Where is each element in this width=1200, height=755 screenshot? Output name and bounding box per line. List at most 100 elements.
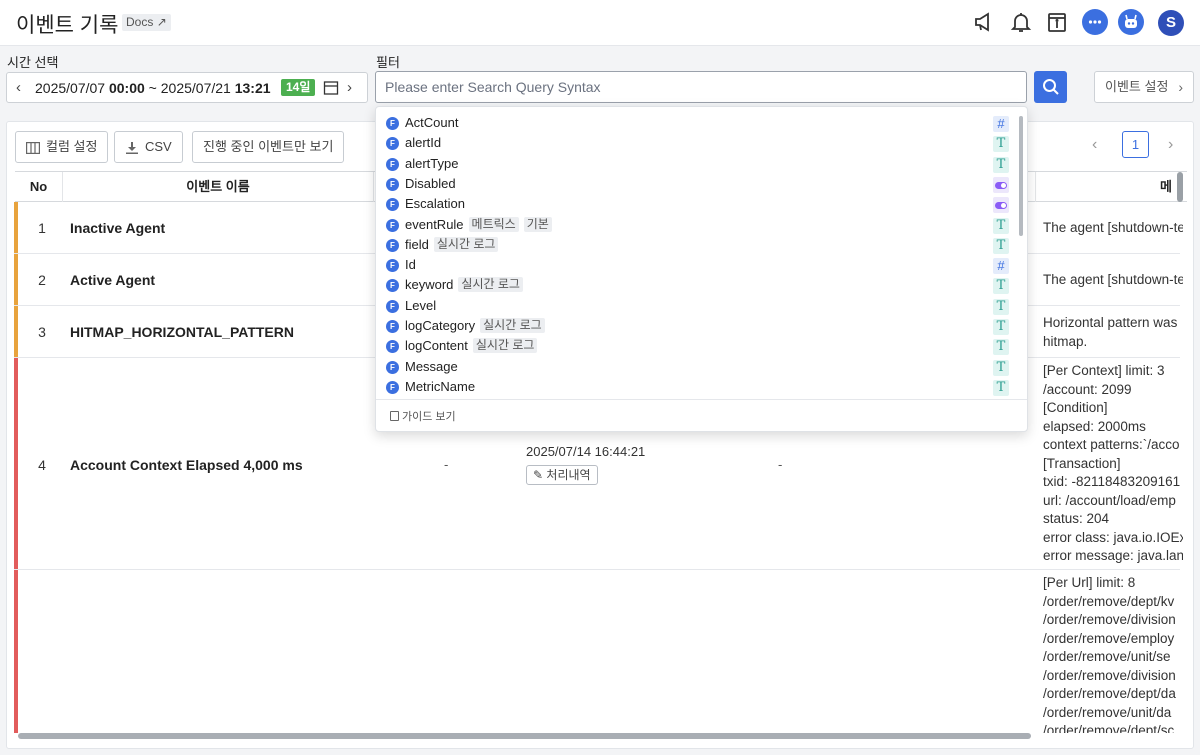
suggestion-item[interactable]: F Escalation: [386, 195, 1009, 215]
suggestion-label: MetricName: [405, 379, 475, 394]
suggestion-field-name: alertId: [405, 135, 442, 151]
edit-icon: ✎: [533, 468, 544, 482]
suggestion-item[interactable]: FalertType T: [386, 155, 1009, 175]
event-name: Active Agent: [70, 272, 156, 288]
query-suggestion-dropdown: F ActCount # FalertId T FalertType T F Disabled F…: [375, 106, 1028, 432]
event-message: Horizontal pattern was hitmap.: [1043, 315, 1178, 349]
filter-label: 필터: [376, 55, 400, 70]
show-ongoing-label: 진행 중인 이벤트만 보기: [203, 139, 334, 154]
suggestion-item[interactable]: FlogContent 실시간 로그 T: [386, 337, 1009, 357]
suggestion-item[interactable]: F MetricName T: [386, 378, 1009, 398]
suggestion-field-name: Level: [405, 297, 437, 313]
suggestion-field-name: ActCount: [405, 115, 459, 130]
suggestion-field-name: Escalation: [405, 196, 465, 212]
text-type-icon: T: [993, 217, 1009, 234]
suggestion-label: Escalation: [405, 196, 465, 211]
text-type-icon: T: [993, 359, 1009, 376]
csv-button[interactable]: CSV: [114, 131, 183, 163]
chat-icon[interactable]: [1082, 9, 1108, 35]
suggestion-field-name: eventRule: [405, 216, 464, 232]
column-settings-label: 컬럼 설정: [46, 139, 98, 154]
prev-page-icon[interactable]: ‹: [1092, 136, 1097, 154]
next-page-icon[interactable]: ›: [1168, 136, 1173, 154]
megaphone-icon[interactable]: [971, 9, 997, 35]
suggestion-item[interactable]: F Disabled: [386, 175, 1009, 195]
search-button[interactable]: [1034, 71, 1067, 103]
docs-link[interactable]: Docs ↗: [122, 14, 171, 31]
suggestion-item[interactable]: Fkeyword 실시간 로그 T: [386, 276, 1009, 296]
time-selector-label: 시간 선택: [7, 55, 59, 70]
calendar-icon[interactable]: [323, 80, 339, 96]
history-button[interactable]: ✎ 처리내역: [526, 465, 598, 485]
suggestion-item[interactable]: Ffield 실시간 로그 T: [386, 236, 1009, 256]
suggestion-field-name: MetricName: [405, 378, 476, 394]
suggestion-label: eventRule 메트릭스 기본: [405, 216, 552, 232]
horizontal-scrollbar[interactable]: [18, 733, 1031, 739]
external-link-icon: ↗: [156, 15, 167, 29]
table-row[interactable]: [Per Url] limit: 8 /order/remove/dept/kv…: [14, 570, 1180, 733]
suggestion-field-name: Message: [405, 358, 458, 374]
prev-range-icon[interactable]: ‹: [16, 79, 21, 96]
guide-link[interactable]: 가이드 보기: [390, 408, 456, 424]
suggestion-label: Disabled: [405, 176, 456, 191]
avatar[interactable]: S: [1158, 10, 1184, 36]
chevron-right-icon: ›: [1178, 79, 1183, 95]
suggestion-tag: 실시간 로그: [472, 338, 538, 354]
dropdown-scrollbar[interactable]: [1019, 116, 1023, 236]
suggestion-label: alertId: [405, 135, 441, 150]
bot-icon[interactable]: [1118, 9, 1144, 35]
page-number[interactable]: 1: [1122, 131, 1149, 158]
text-type-icon: T: [993, 379, 1009, 396]
suggestion-item[interactable]: F Level T: [386, 297, 1009, 317]
text-type-icon: T: [993, 278, 1009, 295]
event-settings-button[interactable]: 이벤트 설정 ›: [1094, 71, 1194, 103]
suggestion-field-name: logContent: [405, 338, 468, 354]
docs-label: Docs: [126, 15, 154, 29]
text-type-icon: T: [993, 136, 1009, 153]
suggestion-item[interactable]: F Id #: [386, 256, 1009, 276]
event-name: Inactive Agent: [70, 220, 166, 236]
field-badge-icon: F: [386, 340, 399, 354]
column-settings-button[interactable]: 컬럼 설정: [15, 131, 109, 163]
field-badge-icon: F: [386, 299, 399, 313]
suggestion-label: logContent 실시간 로그: [405, 338, 538, 354]
suggestion-label: keyword 실시간 로그: [405, 277, 523, 293]
suggestion-item[interactable]: F Message T: [386, 358, 1009, 378]
field-badge-icon: F: [386, 279, 399, 293]
columns-icon: [26, 141, 40, 154]
end-time: 13:21: [234, 80, 271, 96]
search-input[interactable]: [375, 71, 1027, 103]
column-header-no[interactable]: No: [15, 172, 62, 203]
csv-label: CSV: [145, 139, 172, 154]
suggestion-item[interactable]: FalertId T: [386, 134, 1009, 154]
suggestion-label: logCategory 실시간 로그: [405, 318, 545, 333]
row-number: 1: [38, 220, 46, 236]
info-box-icon[interactable]: [1044, 9, 1070, 35]
range-days-badge: 14일: [281, 79, 316, 96]
field-badge-icon: F: [386, 218, 399, 232]
range-separator: ~: [148, 80, 157, 96]
time-range-selector[interactable]: ‹ 2025/07/07 00:00 ~ 2025/07/21 13:21 14…: [6, 72, 368, 103]
row-number: 2: [38, 272, 46, 288]
download-icon: [126, 141, 138, 154]
event-message: [Per Url] limit: 8 /order/remove/dept/kv…: [1043, 575, 1176, 733]
suggestion-item[interactable]: FeventRule 메트릭스 기본 T: [386, 216, 1009, 236]
event-message: [Per Context] limit: 3 /account: 2099 [C…: [1043, 363, 1183, 563]
search-icon: [1042, 79, 1059, 95]
event-message: The agent [shutdown-te: [1043, 220, 1183, 235]
suggestion-item[interactable]: F ActCount #: [386, 114, 1009, 134]
next-range-icon[interactable]: ›: [347, 79, 352, 96]
field-badge-icon: F: [386, 157, 399, 171]
vertical-scrollbar[interactable]: [1177, 172, 1183, 202]
event-settings-label: 이벤트 설정: [1105, 79, 1169, 94]
column-header-message[interactable]: 메: [1160, 172, 1190, 203]
bell-icon[interactable]: [1008, 9, 1034, 35]
suggestion-item[interactable]: FlogCategory 실시간 로그 T: [386, 317, 1009, 337]
toggle-icon: [995, 202, 1007, 210]
column-header-event-name[interactable]: 이벤트 이름: [63, 172, 373, 203]
show-ongoing-button[interactable]: 진행 중인 이벤트만 보기: [192, 131, 345, 163]
suggestion-tag: 기본: [523, 216, 552, 232]
text-type-icon: T: [993, 298, 1009, 315]
field-badge-icon: F: [386, 117, 399, 130]
boolean-type-icon: [993, 176, 1009, 193]
